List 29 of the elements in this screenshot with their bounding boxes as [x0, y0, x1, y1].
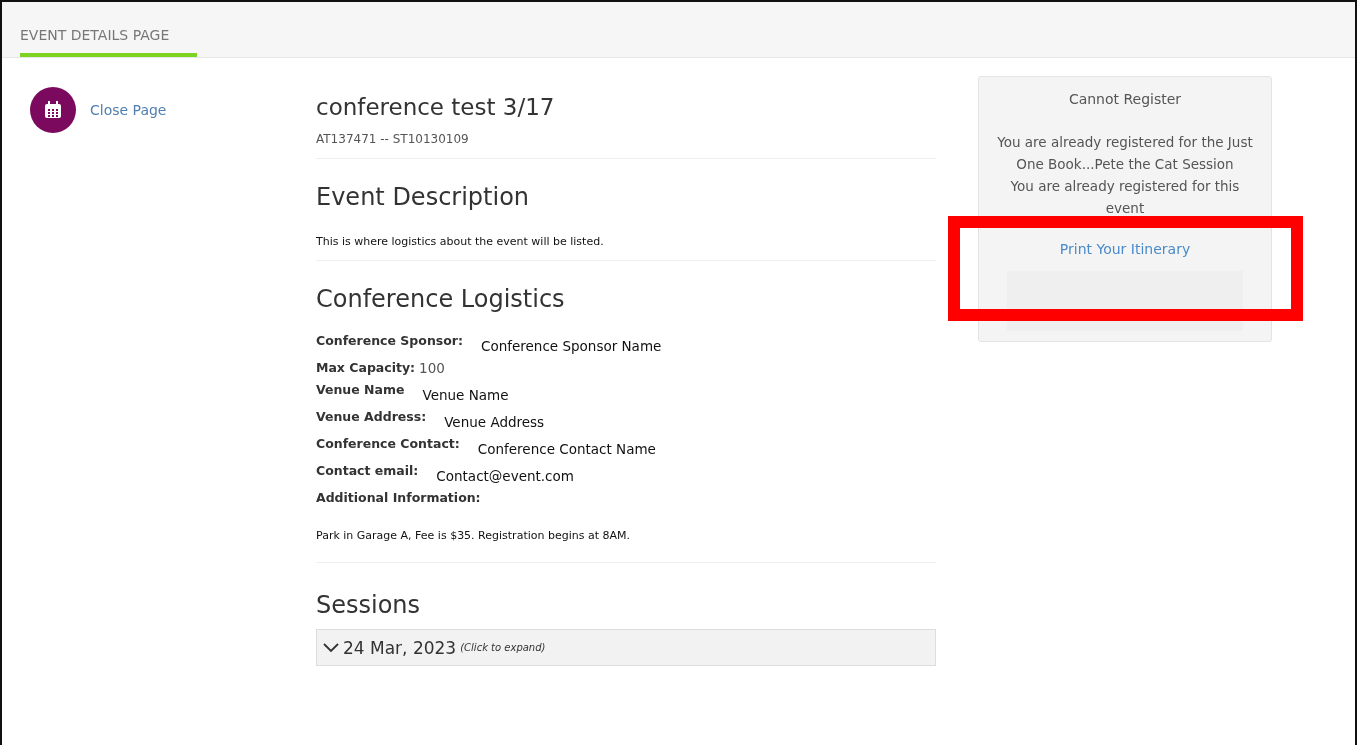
field-value: Venue Name	[422, 387, 509, 403]
session-date-accordion[interactable]: 24 Mar, 2023 (Click to expand)	[316, 629, 936, 666]
print-itinerary-link[interactable]: Print Your Itinerary	[1059, 241, 1191, 257]
event-title: conference test 3/17	[316, 94, 556, 120]
field-label: Conference Contact:	[316, 436, 460, 451]
field-value: Conference Sponsor Name	[481, 338, 662, 354]
section-heading: Conference Logistics	[316, 285, 566, 313]
page-tab[interactable]: EVENT DETAILS PAGE	[20, 27, 197, 57]
field-value: Venue Address	[444, 414, 545, 430]
chevron-icon	[323, 642, 339, 653]
field-label: Venue Name	[316, 382, 405, 397]
close-page-link[interactable]: Close Page	[90, 102, 167, 118]
field-label: Conference Sponsor:	[316, 333, 463, 348]
calendar-icon[interactable]	[30, 87, 76, 133]
section-heading: Event Description	[316, 183, 531, 211]
registration-message: You are already registered for the Just One Book...Pete the Cat Session	[996, 133, 1254, 174]
field-label: Additional Information:	[316, 490, 481, 505]
field-label: Max Capacity:	[316, 360, 416, 375]
event-code: AT137471 -- ST10130109	[316, 132, 470, 146]
field-label: Contact email:	[316, 463, 419, 478]
panel-title: Cannot Register	[1068, 91, 1182, 107]
additional-info-text: Park in Garage A, Fee is $35. Registration begins at 8AM.	[316, 529, 631, 542]
field-value: Conference Contact Name	[477, 441, 656, 457]
description-text: This is where logistics about the event will be listed.	[316, 235, 605, 248]
section-heading: Sessions	[316, 591, 422, 619]
field-value: 100	[419, 360, 445, 376]
field-value: Contact@event.com	[436, 468, 574, 484]
registration-message: You are already registered for this event	[1009, 177, 1241, 218]
field-label: Venue Address:	[316, 409, 427, 424]
